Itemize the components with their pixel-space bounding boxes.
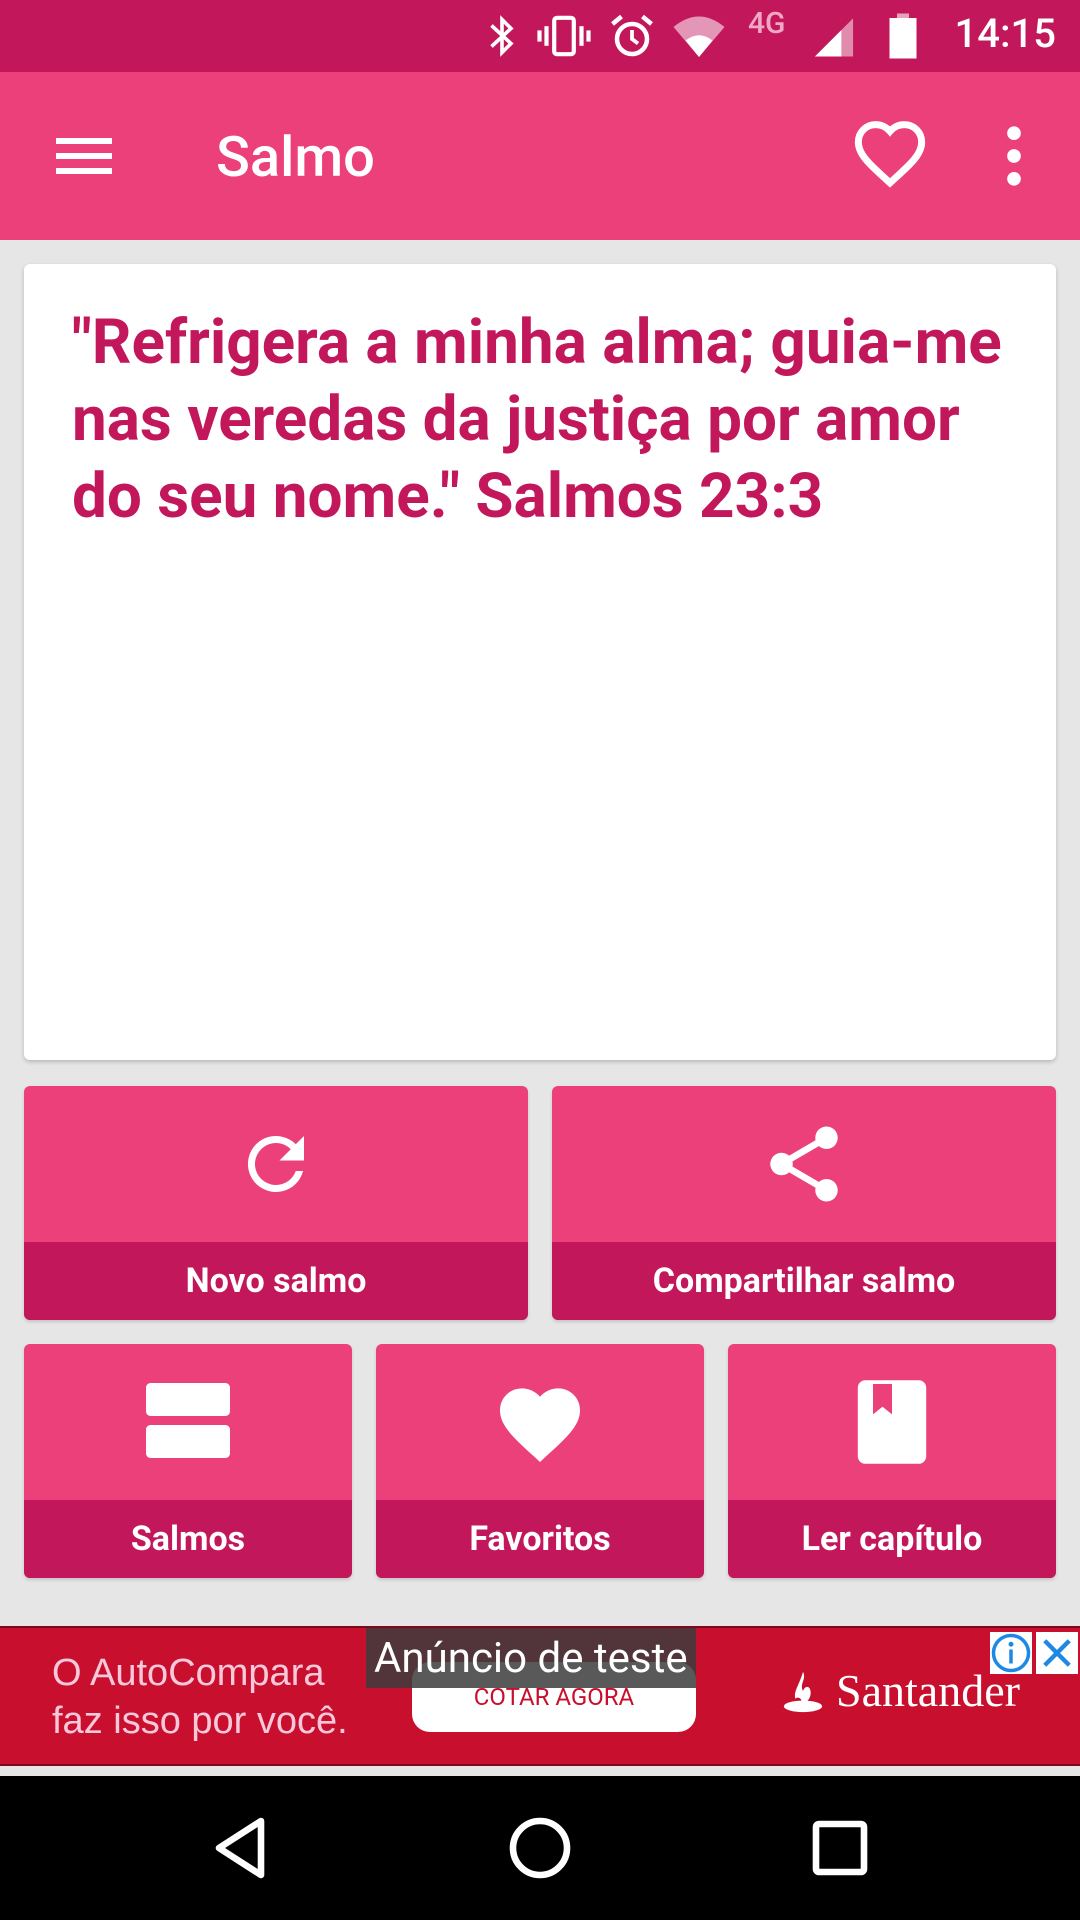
bluetooth-icon [490,15,514,57]
alarm-icon [611,14,653,57]
ad-brand: Santander [780,1664,1020,1717]
back-icon[interactable] [204,1812,276,1884]
more-vert-icon[interactable] [990,118,1038,194]
wifi-icon [673,16,725,57]
system-nav-bar [0,1776,1080,1920]
tile-icon-area [552,1086,1056,1242]
refresh-icon [247,1135,304,1192]
new-psalm-button[interactable]: Novo salmo [24,1086,528,1320]
favorites-label: Favoritos [376,1500,704,1578]
tile-icon-area [24,1344,352,1500]
book-icon [857,1380,927,1464]
psalms-label: Salmos [24,1500,352,1578]
list-view-icon [146,1383,230,1458]
network-type-label: 4G [748,6,786,41]
read-chapter-label: Ler capítulo [728,1500,1056,1578]
heart-icon [500,1388,580,1462]
ad-headline-line2: faz isso por você. [52,1700,348,1742]
clock: 14:15 [954,10,1056,57]
share-psalm-label: Compartilhar salmo [552,1242,1056,1320]
verse-card: "Refrigera a minha alma; guia-me nas ver… [24,264,1056,1060]
ad-info-icon[interactable] [990,1632,1032,1674]
tile-icon-area [24,1086,528,1242]
read-chapter-button[interactable]: Ler capítulo [728,1344,1056,1578]
ad-banner[interactable]: O AutoCompara faz isso por você. COTAR A… [0,1626,1080,1766]
recents-icon[interactable] [804,1812,876,1884]
ad-test-label: Anúncio de teste [366,1628,696,1688]
share-psalm-button[interactable]: Compartilhar salmo [552,1086,1056,1320]
verse-text: "Refrigera a minha alma; guia-me nas ver… [72,306,1002,533]
heart-outline-icon[interactable] [850,118,930,194]
home-icon[interactable] [504,1812,576,1884]
new-psalm-label: Novo salmo [24,1242,528,1320]
tile-icon-area [376,1344,704,1500]
app-bar: Salmo [0,72,1080,240]
santander-flame-icon [783,1671,823,1712]
ad-headline-line1: O AutoCompara [52,1652,325,1694]
page-title: Salmo [216,124,375,190]
status-bar: 4G 14:15 [0,0,1080,72]
menu-icon[interactable] [40,116,120,196]
psalms-list-button[interactable]: Salmos [24,1344,352,1578]
share-icon [770,1126,838,1202]
ad-close-icon[interactable] [1036,1632,1078,1674]
vibrate-icon [537,15,591,57]
favorites-button[interactable]: Favoritos [376,1344,704,1578]
signal-icon [814,18,854,57]
battery-icon [889,13,917,59]
tile-icon-area [728,1344,1056,1500]
